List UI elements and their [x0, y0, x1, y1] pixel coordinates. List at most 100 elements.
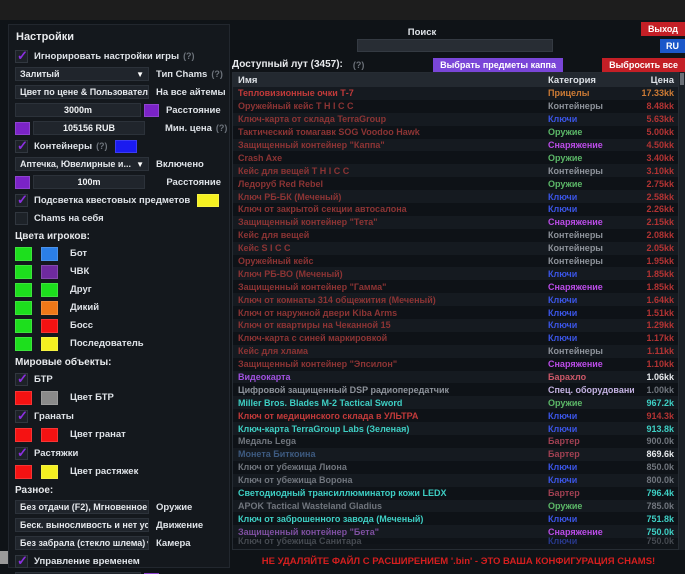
primary-color-swatch[interactable] — [15, 247, 32, 261]
table-row[interactable]: Ключ от заброшенного завода (Меченый)Клю… — [233, 512, 678, 525]
help-icon[interactable]: (?) — [216, 123, 228, 133]
dropdown-select[interactable]: Аптечка, Ювелирные и...▼ — [15, 157, 149, 171]
dropdown-select[interactable]: Без забрала (стекло шлема)▼ — [15, 536, 149, 550]
checkbox[interactable]: ✓ — [15, 140, 28, 153]
item-price: 2.75kk — [634, 179, 678, 189]
loot-help-icon[interactable]: (?) — [353, 60, 365, 70]
color-swatch[interactable] — [15, 122, 30, 135]
table-row[interactable]: Защищенный контейнер "Тета"Снаряжение2.1… — [233, 216, 678, 229]
table-row[interactable]: Ключ РБ-БК (Меченый)Ключи2.58kk — [233, 190, 678, 203]
help-icon[interactable]: (?) — [183, 51, 195, 61]
exit-button[interactable]: Выход — [641, 22, 685, 36]
checkbox[interactable] — [15, 212, 28, 225]
table-row[interactable]: Защищенный контейнер "Гамма"Снаряжение1.… — [233, 280, 678, 293]
table-row[interactable]: Защищенный контейнер "Каппа"Снаряжение4.… — [233, 139, 678, 152]
secondary-color-swatch[interactable] — [41, 265, 58, 279]
value-input[interactable]: 100m — [33, 175, 145, 189]
table-row[interactable]: Ключ-карта от склада TerraGroupКлючи5.63… — [233, 113, 678, 126]
table-row[interactable]: Оружейный кейс T H I C CКонтейнеры8.48kk — [233, 100, 678, 113]
primary-color-swatch[interactable] — [15, 265, 32, 279]
color-swatch[interactable] — [144, 104, 159, 117]
table-row[interactable]: ВидеокартаБарахло1.06kk — [233, 371, 678, 384]
table-row[interactable]: Ключ от комнаты 314 общежития (Меченый)К… — [233, 293, 678, 306]
table-row[interactable]: Тактический томагавк SOG Voodoo HawkОруж… — [233, 126, 678, 139]
table-row[interactable]: Ключ от квартиры на Чеканной 15Ключи1.29… — [233, 319, 678, 332]
color-swatch[interactable] — [115, 140, 137, 153]
language-button[interactable]: RU — [660, 39, 685, 53]
dropdown-select[interactable]: Беск. выносливость и нет уста▼ — [15, 518, 149, 532]
table-row[interactable]: APOK Tactical Wasteland GladiusОружие785… — [233, 500, 678, 513]
column-category[interactable]: Категория — [548, 75, 634, 86]
primary-color-swatch[interactable] — [15, 337, 32, 351]
select-kappa-items-button[interactable]: Выбрать предметы каппа — [433, 58, 563, 72]
item-category: Ключи — [548, 536, 634, 546]
item-price: 1.64kk — [634, 295, 678, 305]
help-icon[interactable]: (?) — [96, 141, 108, 151]
chevron-down-icon: ▼ — [145, 539, 149, 548]
scrollbar-thumb[interactable] — [680, 73, 684, 85]
table-row[interactable]: Crash AxeОружие3.40kk — [233, 151, 678, 164]
table-row[interactable]: Светодиодный трансиллюминатор кожи LEDXБ… — [233, 487, 678, 500]
table-scrollbar[interactable] — [679, 72, 685, 550]
secondary-color-swatch[interactable] — [41, 283, 58, 297]
checkbox[interactable]: ✓ — [15, 410, 28, 423]
item-name: APOK Tactical Wasteland Gladius — [233, 501, 548, 511]
color-swatch[interactable] — [197, 194, 219, 207]
table-row[interactable]: Цифровой защищенный DSP радиопередатчикС… — [233, 383, 678, 396]
table-row[interactable]: Ключ от наружной двери Kiba ArmsКлючи1.5… — [233, 306, 678, 319]
help-icon[interactable]: (?) — [211, 69, 223, 79]
table-row[interactable]: Кейс для хламаКонтейнеры1.11kk — [233, 345, 678, 358]
table-row[interactable]: Ключ-карта с синей маркировкойКлючи1.17k… — [233, 332, 678, 345]
table-row[interactable]: Монета БиткоинаБартер869.6k — [233, 448, 678, 461]
misc-title: Разное: — [15, 485, 223, 496]
column-price[interactable]: Цена — [634, 75, 678, 86]
dropdown-select[interactable]: Залитый▼ — [15, 67, 149, 81]
search-input[interactable] — [357, 39, 553, 52]
primary-color-swatch[interactable] — [15, 319, 32, 333]
column-name[interactable]: Имя — [233, 75, 548, 86]
checkbox[interactable]: ✓ — [15, 373, 28, 386]
chams-config-window: Настройки ✓Игнорировать настройки игры(?… — [0, 20, 685, 574]
item-name: Оружейный кейс — [233, 256, 548, 266]
checkbox[interactable]: ✓ — [15, 555, 28, 568]
color-swatch[interactable] — [15, 428, 32, 442]
table-row[interactable]: Кейс для вещей T H I C CКонтейнеры3.10kk — [233, 164, 678, 177]
table-row[interactable]: Miller Bros. Blades M-2 Tactical SwordОр… — [233, 396, 678, 409]
dropdown-select[interactable]: Цвет по цене & Пользователь▼ — [15, 85, 149, 99]
checkbox[interactable]: ✓ — [15, 50, 28, 63]
table-row[interactable]: Оружейный кейсКонтейнеры1.95kk — [233, 255, 678, 268]
item-category: Ключи — [548, 295, 634, 305]
color-swatch[interactable] — [15, 391, 32, 405]
secondary-color-swatch[interactable] — [41, 319, 58, 333]
table-row[interactable]: Ключ от убежища СанитараКлючи750.0k — [233, 538, 678, 544]
table-row[interactable]: Ключ от закрытой секции автосалонаКлючи2… — [233, 203, 678, 216]
dropdown-select[interactable]: Без отдачи (F2), Мгновенное п▼ — [15, 500, 149, 514]
color-swatch[interactable] — [41, 465, 58, 479]
table-row[interactable]: Защищенный контейнер "Эпсилон"Снаряжение… — [233, 358, 678, 371]
table-row[interactable]: Ключ от медицинского склада в УЛЬТРАКлюч… — [233, 409, 678, 422]
table-row[interactable]: Ключ РБ-ВО (Меченый)Ключи1.85kk — [233, 267, 678, 280]
secondary-color-swatch[interactable] — [41, 337, 58, 351]
color-swatch[interactable] — [15, 465, 32, 479]
primary-color-swatch[interactable] — [15, 283, 32, 297]
color-swatch[interactable] — [15, 176, 30, 189]
value-input[interactable]: 3000m — [15, 103, 141, 117]
table-row[interactable]: Ключ от убежища ВоронаКлючи800.0k — [233, 474, 678, 487]
secondary-color-swatch[interactable] — [41, 301, 58, 315]
secondary-color-swatch[interactable] — [41, 247, 58, 261]
table-row[interactable]: Ключ-карта TerraGroup Labs (Зеленая)Ключ… — [233, 422, 678, 435]
color-swatch[interactable] — [41, 428, 58, 442]
checkbox[interactable]: ✓ — [15, 194, 28, 207]
color-swatch[interactable] — [41, 391, 58, 405]
table-row[interactable]: Ключ от убежища ЛионаКлючи850.0k — [233, 461, 678, 474]
table-row[interactable]: Кейс S I C CКонтейнеры2.05kk — [233, 242, 678, 255]
table-row[interactable]: Ледоруб Red RebelОружие2.75kk — [233, 177, 678, 190]
table-row[interactable]: Тепловизионные очки Т-7Прицелы17.33kk — [233, 87, 678, 100]
checkbox[interactable]: ✓ — [15, 447, 28, 460]
value-input[interactable]: 105156 RUB — [33, 121, 145, 135]
primary-color-swatch[interactable] — [15, 301, 32, 315]
table-row[interactable]: Кейс для вещейКонтейнеры2.08kk — [233, 229, 678, 242]
drop-all-button[interactable]: Выбросить все — [602, 58, 685, 72]
player-type-label: Друг — [70, 284, 92, 295]
table-row[interactable]: Медаль LegaБартер900.0k — [233, 435, 678, 448]
